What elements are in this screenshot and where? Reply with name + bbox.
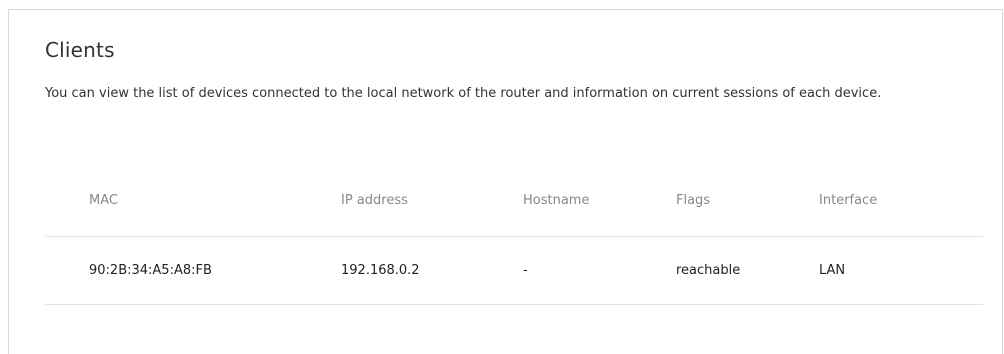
cell-ip: 192.168.0.2 [341,263,420,278]
column-header-mac[interactable]: MAC [89,177,118,236]
column-header-hostname[interactable]: Hostname [523,177,589,236]
column-header-ip[interactable]: IP address [341,177,408,236]
clients-panel: Clients You can view the list of devices… [8,9,1003,354]
column-header-flags[interactable]: Flags [676,177,710,236]
cell-flags: reachable [676,263,741,278]
cell-interface: LAN [819,263,846,278]
clients-table: MAC IP address Hostname Flags Interface … [45,177,983,305]
page-title: Clients [45,38,115,62]
table-header-row: MAC IP address Hostname Flags Interface [45,177,983,237]
cell-mac: 90:2B:34:A5:A8:FB [89,263,212,278]
column-header-interface[interactable]: Interface [819,177,877,236]
page-description: You can view the list of devices connect… [45,86,882,101]
cell-hostname: - [523,263,528,278]
table-row[interactable]: 90:2B:34:A5:A8:FB 192.168.0.2 - reachabl… [45,237,983,305]
